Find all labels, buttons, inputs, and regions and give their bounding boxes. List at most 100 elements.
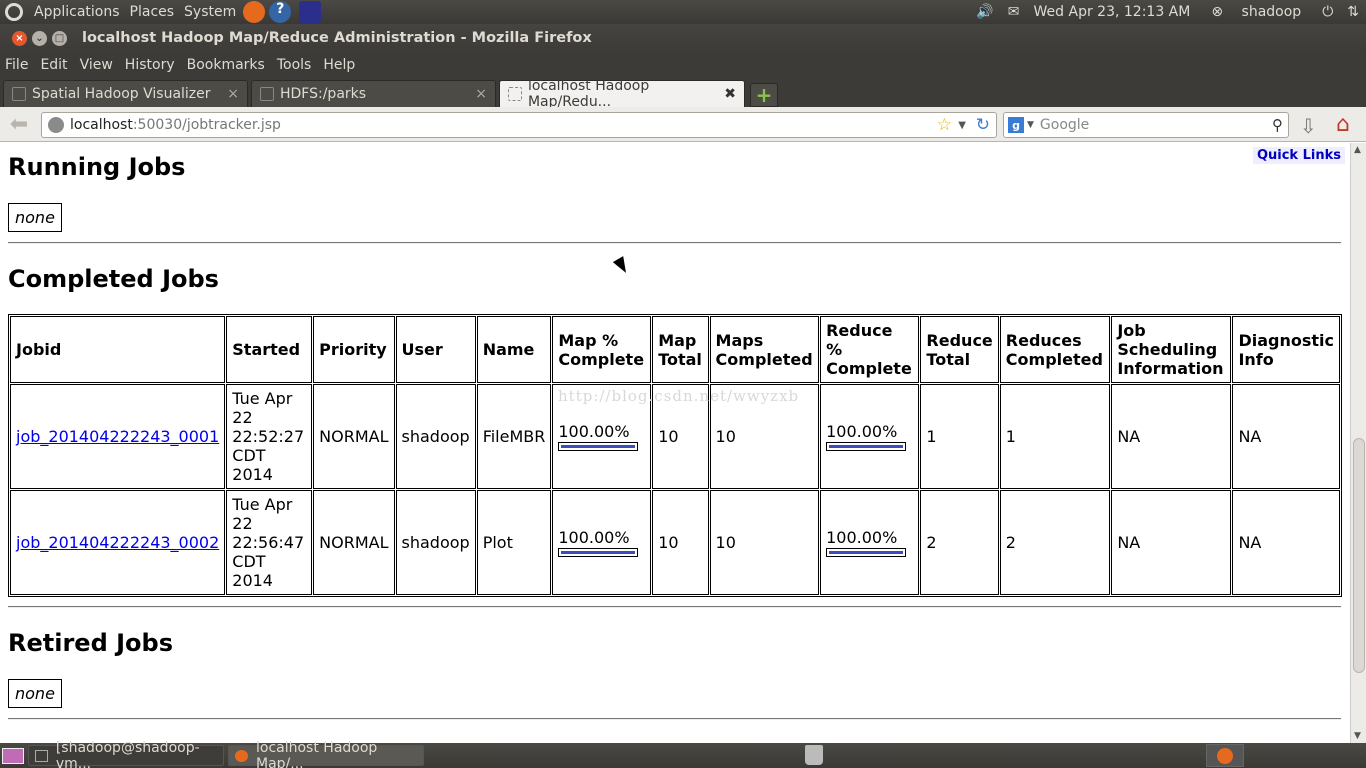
home-icon[interactable]: ⌂: [1336, 112, 1350, 137]
col-map-total[interactable]: Map Total: [652, 316, 709, 383]
window-close-button[interactable]: ×: [12, 30, 27, 46]
diag-info-cell: NA: [1232, 490, 1340, 595]
url-history-dropdown-icon[interactable]: ▼: [958, 120, 966, 131]
applications-menu[interactable]: Applications: [29, 4, 125, 20]
reduce-total-cell: 1: [920, 384, 999, 489]
reduce-pct-text: 100.00%: [826, 422, 898, 441]
help-launcher-icon[interactable]: ?: [269, 1, 292, 23]
col-jobid[interactable]: Jobid: [10, 316, 226, 383]
sched-info-cell: NA: [1111, 384, 1232, 489]
reduce-pct-cell: 100.00%: [820, 490, 920, 595]
divider: [8, 718, 1341, 720]
col-name[interactable]: Name: [476, 316, 552, 383]
url-path: :50030/jobtracker.jsp: [132, 117, 281, 133]
downloads-icon[interactable]: ⇩: [1300, 114, 1317, 138]
window-maximize-button[interactable]: □: [52, 30, 67, 46]
jobid-cell: job_201404222243_0001: [10, 384, 226, 489]
reload-icon[interactable]: ↻: [976, 115, 990, 135]
running-jobs-none: none: [8, 203, 62, 232]
eclipse-launcher-icon[interactable]: [299, 1, 322, 23]
col-user[interactable]: User: [395, 316, 476, 383]
page-content: Quick Links Running Jobs none Completed …: [0, 143, 1350, 743]
reduces-completed-cell: 2: [999, 490, 1111, 595]
jobid-link[interactable]: job_201404222243_0002: [16, 533, 219, 552]
scroll-up-icon[interactable]: ▲: [1354, 145, 1361, 155]
divider: [8, 606, 1341, 608]
workspace-switcher[interactable]: [1206, 744, 1244, 767]
tab-hdfs-parks[interactable]: HDFS:/parks ×: [251, 80, 496, 107]
ubuntu-logo-icon[interactable]: [5, 3, 23, 21]
clock[interactable]: Wed Apr 23, 12:13 AM: [1034, 4, 1191, 20]
site-identity-icon[interactable]: [48, 117, 64, 133]
user-cell: shadoop: [395, 490, 476, 595]
back-button[interactable]: ⬅: [5, 110, 33, 138]
close-icon[interactable]: ×: [475, 86, 487, 102]
completed-jobs-table: Jobid Started Priority User Name Map % C…: [8, 314, 1342, 597]
jobid-link[interactable]: job_201404222243_0001: [16, 427, 219, 446]
retired-jobs-none: none: [8, 679, 62, 708]
menu-file[interactable]: File: [0, 57, 34, 73]
diag-info-cell: NA: [1232, 384, 1340, 489]
map-progress-fill: [560, 444, 637, 449]
col-diagnostic-info[interactable]: Diagnostic Info: [1232, 316, 1340, 383]
col-reduce-total[interactable]: Reduce Total: [920, 316, 999, 383]
menu-edit[interactable]: Edit: [34, 57, 73, 73]
col-started[interactable]: Started: [226, 316, 313, 383]
network-icon[interactable]: ⇅: [1347, 4, 1359, 20]
col-priority[interactable]: Priority: [313, 316, 395, 383]
search-bar[interactable]: g ▼ Google ⚲: [1003, 112, 1289, 138]
close-icon[interactable]: ×: [227, 86, 239, 102]
window-minimize-button[interactable]: ⌄: [32, 30, 47, 46]
page-scrollbar[interactable]: ▲ ▼: [1350, 143, 1366, 743]
scroll-down-icon[interactable]: ▼: [1354, 731, 1361, 741]
col-maps-completed[interactable]: Maps Completed: [709, 316, 820, 383]
col-reduces-completed[interactable]: Reduces Completed: [999, 316, 1111, 383]
taskbar-item-firefox[interactable]: localhost Hadoop Map/...: [228, 740, 424, 768]
close-icon[interactable]: ✖: [724, 86, 736, 102]
menu-tools[interactable]: Tools: [271, 57, 318, 73]
menu-history[interactable]: History: [119, 57, 181, 73]
running-none-text: none: [15, 208, 55, 227]
new-tab-button[interactable]: +: [750, 83, 778, 107]
taskbar-item-terminal[interactable]: [shadoop@shadoop-vm...: [28, 740, 224, 768]
trash-icon[interactable]: [805, 745, 823, 765]
col-reduce-pct[interactable]: Reduce % Complete: [820, 316, 920, 383]
url-host: localhost: [70, 117, 133, 133]
maps-completed-cell: 10: [709, 490, 820, 595]
tab-bar: Spatial Hadoop Visualizer × HDFS:/parks …: [0, 78, 1366, 110]
menu-bookmarks[interactable]: Bookmarks: [181, 57, 271, 73]
volume-icon[interactable]: 🔊: [976, 4, 993, 20]
firefox-launcher-icon[interactable]: [243, 1, 266, 23]
menu-help[interactable]: Help: [317, 57, 361, 73]
search-icon[interactable]: ⚲: [1272, 116, 1283, 134]
reduce-progress-bar: [826, 442, 907, 451]
tab-hadoop-admin[interactable]: localhost Hadoop Map/Redu... ✖: [499, 78, 745, 110]
terminal-icon: [35, 749, 48, 762]
places-menu[interactable]: Places: [125, 4, 180, 20]
tab-spatial-hadoop-visualizer[interactable]: Spatial Hadoop Visualizer ×: [3, 80, 248, 107]
show-desktop-icon[interactable]: [2, 747, 24, 764]
user-cell: shadoop: [395, 384, 476, 489]
search-engine-dropdown-icon[interactable]: ▼: [1027, 120, 1034, 130]
firefox-icon: [235, 749, 248, 762]
system-menu[interactable]: System: [179, 4, 241, 20]
bookmark-star-icon[interactable]: ☆: [937, 115, 952, 135]
quick-links-link[interactable]: Quick Links: [1252, 147, 1345, 164]
scrollbar-thumb[interactable]: [1353, 438, 1365, 673]
col-job-scheduling-info[interactable]: Job Scheduling Information: [1111, 316, 1232, 383]
google-engine-icon[interactable]: g: [1008, 117, 1024, 133]
power-icon[interactable]: ⏻: [1322, 4, 1333, 20]
page-favicon-icon: [508, 87, 522, 101]
mail-icon[interactable]: ✉: [1008, 4, 1020, 20]
search-input[interactable]: Google: [1040, 117, 1089, 133]
col-map-pct[interactable]: Map % Complete: [552, 316, 652, 383]
taskbar-label: localhost Hadoop Map/...: [256, 739, 378, 768]
menu-view[interactable]: View: [74, 57, 119, 73]
tab-label: Spatial Hadoop Visualizer: [32, 86, 211, 102]
reduce-progress-fill: [828, 550, 905, 555]
url-bar[interactable]: localhost:50030/jobtracker.jsp ☆ ▼ ↻: [41, 112, 997, 138]
menubar: File Edit View History Bookmarks Tools H…: [0, 52, 1366, 78]
map-pct-cell: 100.00%: [552, 490, 652, 595]
user-menu[interactable]: ⊗ shadoop: [1204, 4, 1308, 20]
map-progress-bar: [558, 548, 639, 557]
